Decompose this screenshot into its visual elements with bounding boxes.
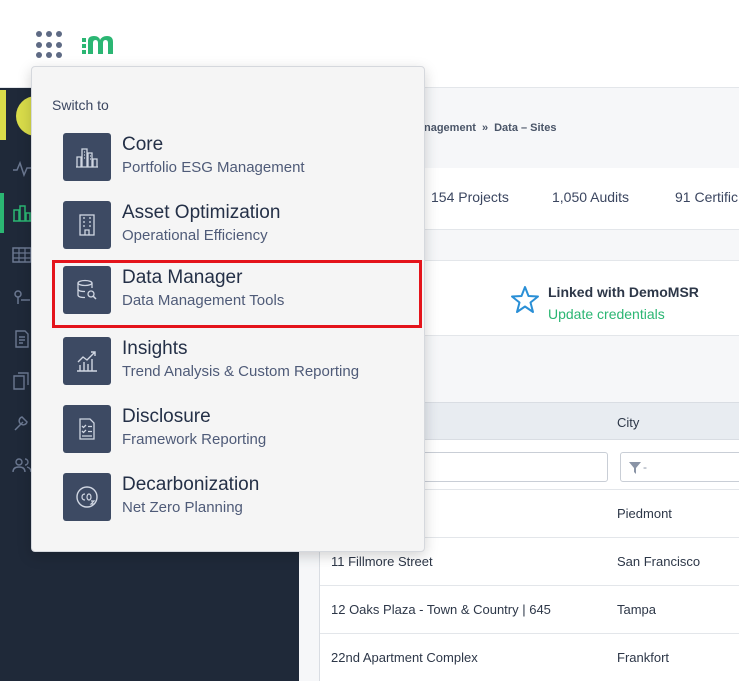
app-title: Decarbonization <box>122 474 260 495</box>
activity-icon[interactable] <box>12 160 32 178</box>
app-item-data-manager[interactable]: Data Manager Data Management Tools <box>52 260 422 328</box>
site-name: 11 Fillmore Street <box>331 554 433 569</box>
app-subtitle: Data Management Tools <box>122 292 285 309</box>
site-city: Frankfort <box>617 650 670 665</box>
app-item-asset-optimization[interactable]: Asset Optimization Operational Efficienc… <box>52 195 422 257</box>
app-switcher-menu: Switch to Core Portfolio ESG Management … <box>31 66 425 552</box>
app-title: Insights <box>122 338 188 359</box>
brand-logo <box>82 36 113 54</box>
files-icon[interactable] <box>12 372 32 390</box>
filter-icon <box>629 462 641 474</box>
site-city: San Francisco <box>617 554 701 569</box>
site-city: Tampa <box>617 602 657 617</box>
site-name: 12 Oaks Plaza - Town & Country | 645 <box>331 602 551 617</box>
document-icon[interactable] <box>12 330 32 348</box>
filter-placeholder: - <box>643 460 647 474</box>
app-item-insights[interactable]: Insights Trend Analysis & Custom Reporti… <box>52 331 422 393</box>
site-name: 22nd Apartment Complex <box>331 650 478 665</box>
city-buildings-icon <box>63 133 111 181</box>
table-row[interactable]: 12 Oaks Plaza - Town & Country | 645 Tam… <box>320 586 739 634</box>
trend-chart-icon <box>63 337 111 385</box>
database-search-icon <box>63 266 111 314</box>
app-title: Data Manager <box>122 267 243 288</box>
app-grid-icon[interactable] <box>36 31 64 59</box>
stat-projects[interactable]: 154 Projects <box>431 189 509 205</box>
app-title: Core <box>122 134 164 155</box>
app-item-disclosure[interactable]: Disclosure Framework Reporting <box>52 399 422 461</box>
checklist-document-icon <box>63 405 111 453</box>
app-subtitle: Trend Analysis & Custom Reporting <box>122 363 360 380</box>
app-item-core[interactable]: Core Portfolio ESG Management <box>52 127 422 189</box>
column-header-city[interactable]: City <box>617 415 639 430</box>
switch-to-label: Switch to <box>52 97 109 113</box>
update-credentials-link[interactable]: Update credentials <box>548 306 665 322</box>
table-row[interactable]: 22nd Apartment Complex Frankfort <box>320 634 739 681</box>
site-city: Piedmont <box>617 506 672 521</box>
office-building-icon <box>63 201 111 249</box>
star-icon <box>511 286 539 313</box>
buildings-icon[interactable] <box>12 204 32 222</box>
breadcrumb: nagement » Data – Sites <box>424 122 556 134</box>
app-subtitle: Portfolio ESG Management <box>122 159 305 176</box>
app-item-decarbonization[interactable]: Decarbonization Net Zero Planning <box>52 467 422 529</box>
co2-icon <box>63 473 111 521</box>
linked-title: Linked with DemoMSR <box>548 284 699 300</box>
table-icon[interactable] <box>12 246 32 264</box>
stat-audits[interactable]: 1,050 Audits <box>552 189 629 205</box>
users-icon[interactable] <box>12 456 32 474</box>
map-pin-icon[interactable] <box>12 288 32 306</box>
city-filter-input[interactable]: - <box>620 452 739 482</box>
app-subtitle: Net Zero Planning <box>122 499 243 516</box>
sidebar-active-indicator <box>0 193 4 233</box>
breadcrumb-current: Data – Sites <box>494 122 557 134</box>
breadcrumb-separator: » <box>481 122 489 134</box>
app-title: Asset Optimization <box>122 202 281 223</box>
sidebar-accent <box>0 90 6 140</box>
stat-certifications[interactable]: 91 Certific <box>675 189 738 205</box>
app-title: Disclosure <box>122 406 211 427</box>
tools-icon[interactable] <box>12 414 32 432</box>
app-subtitle: Operational Efficiency <box>122 227 268 244</box>
breadcrumb-parent[interactable]: nagement <box>424 122 476 134</box>
name-filter-input[interactable] <box>420 452 608 482</box>
app-subtitle: Framework Reporting <box>122 431 267 448</box>
